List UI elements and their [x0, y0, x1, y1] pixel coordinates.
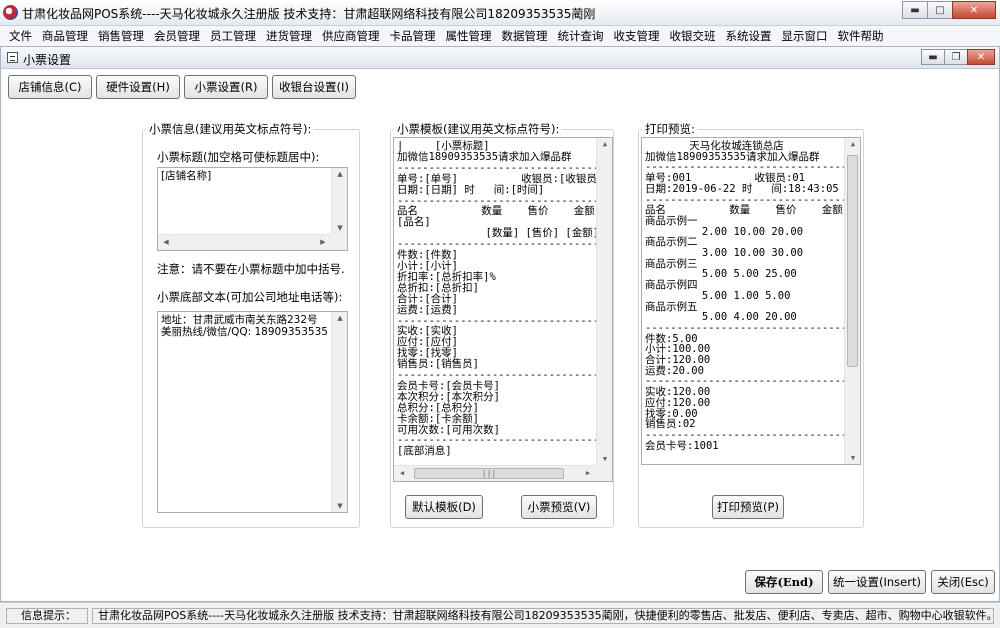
dialog-minimize-icon[interactable]: ▬ — [921, 49, 945, 65]
app-title-bar: 甘肃化妆品网POS系统----天马化妆城永久注册版 技术支持：甘肃超联网络科技有… — [0, 0, 1000, 26]
tab-store-info[interactable]: 店铺信息(C) — [8, 75, 92, 99]
minimize-icon[interactable]: ▬ — [902, 1, 928, 19]
menu-finance[interactable]: 收支管理 — [609, 26, 665, 46]
close-button[interactable]: 关闭(Esc) — [931, 570, 995, 594]
receipt-preview-button[interactable]: 小票预览(V) — [521, 495, 597, 519]
app-title: 甘肃化妆品网POS系统----天马化妆城永久注册版 技术支持：甘肃超联网络科技有… — [22, 7, 596, 21]
receipt-title-input[interactable]: [店铺名称] ▲ ▼ ◀ ▶ — [157, 167, 348, 251]
save-button[interactable]: 保存(End) — [745, 570, 823, 594]
status-text: 甘肃化妆品网POS系统----天马化妆城永久注册版 技术支持：甘肃超联网络科技有… — [92, 608, 994, 624]
maximize-icon[interactable]: □ — [927, 1, 953, 19]
menu-cards[interactable]: 卡品管理 — [385, 26, 441, 46]
tab-receipt[interactable]: 小票设置(R) — [184, 75, 268, 99]
window-controls: ▬ □ ✕ — [902, 1, 996, 19]
template-content: | [小票标题] 加微信18909353535请求加入爆品群 ---------… — [397, 140, 604, 458]
status-label: 信息提示： — [6, 608, 88, 624]
receipt-footer-input[interactable]: 地址：甘肃武威市南关东路232号 美丽热线/微信/QQ: 18909353535… — [157, 311, 348, 513]
template-editor[interactable]: | [小票标题] 加微信18909353535请求加入爆品群 ---------… — [393, 137, 613, 482]
title-note: 注意：请不要在小票标题中加中括号. — [157, 262, 345, 276]
template-caption: 小票模板(建议用英文标点符号): — [394, 121, 563, 137]
menu-supplier[interactable]: 供应商管理 — [317, 26, 385, 46]
print-preview-box[interactable]: 天马化妆城连锁总店 加微信18909353535请求加入爆品群 --------… — [641, 137, 861, 465]
template-horizontal-scrollbar[interactable]: ◀ ||| ▶ — [394, 465, 596, 481]
dialog-restore-icon[interactable]: ❐ — [944, 49, 968, 65]
app-logo-icon — [3, 5, 18, 20]
unified-settings-button[interactable]: 统一设置(Insert) — [828, 570, 926, 594]
receipt-settings-window: 小票设置 ▬ ❐ ✕ 店铺信息(C) 硬件设置(H) 小票设置(R) 收银台设置… — [0, 46, 1000, 602]
menu-help[interactable]: 软件帮助 — [833, 26, 889, 46]
close-icon[interactable]: ✕ — [952, 1, 996, 19]
menu-attributes[interactable]: 属性管理 — [441, 26, 497, 46]
receipt-title-value: [店铺名称] — [161, 170, 212, 182]
dialog-window-controls: ▬ ❐ ✕ — [921, 49, 995, 65]
status-bar: 信息提示： 甘肃化妆品网POS系统----天马化妆城永久注册版 技术支持：甘肃超… — [0, 602, 1000, 628]
title-horizontal-scrollbar[interactable]: ◀ ▶ — [158, 234, 331, 250]
receipt-footer-value: 地址：甘肃武威市南关东路232号 美丽热线/微信/QQ: 18909353535 — [161, 314, 328, 338]
menu-members[interactable]: 会员管理 — [149, 26, 205, 46]
menu-sales[interactable]: 销售管理 — [93, 26, 149, 46]
print-preview-button[interactable]: 打印预览(P) — [712, 495, 784, 519]
menu-window[interactable]: 显示窗口 — [777, 26, 833, 46]
receipt-footer-label: 小票底部文本(可加公司地址电话等): — [157, 290, 343, 304]
receipt-info-caption: 小票信息(建议用英文标点符号): — [146, 121, 315, 137]
footer-vertical-scrollbar[interactable]: ▲ ▼ — [331, 312, 347, 512]
dialog-close-icon[interactable]: ✕ — [967, 49, 995, 65]
dialog-title-bar: 小票设置 ▬ ❐ ✕ — [1, 47, 999, 69]
default-template-button[interactable]: 默认模板(D) — [405, 495, 483, 519]
menu-file[interactable]: 文件 — [4, 26, 37, 46]
dialog-title: 小票设置 — [23, 53, 72, 67]
preview-vertical-scrollbar[interactable]: ▲ ▼ — [844, 138, 860, 464]
template-vertical-scrollbar[interactable]: ▲ ▼ — [596, 138, 612, 465]
title-vertical-scrollbar[interactable]: ▲ ▼ — [331, 168, 347, 234]
menu-settings[interactable]: 系统设置 — [721, 26, 777, 46]
tab-hardware[interactable]: 硬件设置(H) — [96, 75, 180, 99]
menu-purchase[interactable]: 进货管理 — [261, 26, 317, 46]
menu-goods[interactable]: 商品管理 — [37, 26, 93, 46]
window-icon — [7, 52, 18, 63]
tab-cashier[interactable]: 收银台设置(I) — [272, 75, 356, 99]
receipt-title-label: 小票标题(加空格可使标题居中): — [157, 150, 320, 164]
menu-bar: 文件 商品管理 销售管理 会员管理 员工管理 进货管理 供应商管理 卡品管理 属… — [0, 26, 1000, 46]
menu-stats[interactable]: 统计查询 — [553, 26, 609, 46]
print-preview-content: 天马化妆城连锁总店 加微信18909353535请求加入爆品群 --------… — [645, 140, 848, 452]
menu-shift[interactable]: 收银交班 — [665, 26, 721, 46]
menu-data[interactable]: 数据管理 — [497, 26, 553, 46]
menu-staff[interactable]: 员工管理 — [205, 26, 261, 46]
print-preview-caption: 打印预览: — [642, 121, 698, 137]
